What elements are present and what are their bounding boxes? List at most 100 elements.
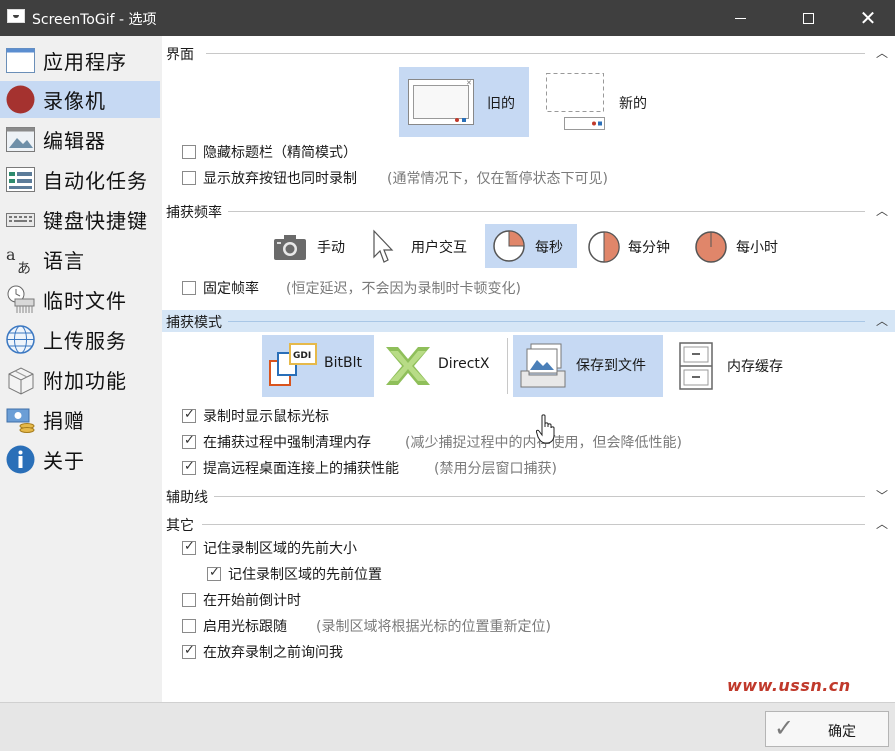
sidebar-item-label: 编辑器 — [43, 129, 106, 153]
frequency-manual-option[interactable]: 手动 — [267, 225, 357, 269]
sidebar-item-shortcuts[interactable]: 键盘快捷键 — [0, 201, 160, 238]
ok-button[interactable]: ✓ 确定 — [765, 711, 889, 747]
maximize-button[interactable] — [785, 0, 831, 36]
sidebar-item-extras[interactable]: 附加功能 — [0, 361, 160, 398]
chevron-down-icon[interactable]: ﹀ — [875, 487, 889, 504]
remember-position-checkbox[interactable] — [207, 565, 221, 581]
chevron-up-icon[interactable]: ︿ — [875, 312, 889, 329]
options-window: ScreenToGif - 选项 ✕ 应用程序 录像机 编辑器 自动化任务 键盘… — [0, 0, 895, 751]
ask-discard-checkbox[interactable] — [182, 643, 196, 659]
sidebar-item-donate[interactable]: 捐赠 — [0, 401, 160, 438]
capture-mode-bitblt-option[interactable]: GDI BitBlt — [262, 335, 374, 397]
memory-cache-icon — [679, 342, 713, 390]
extras-icon — [8, 367, 34, 395]
follow-cursor-label: 启用光标跟随 — [203, 619, 287, 635]
directx-icon — [386, 347, 430, 385]
app-icon — [7, 9, 25, 23]
capture-mode-divider — [507, 338, 508, 394]
capture-mode-save-file-option[interactable]: 保存到文件 — [513, 335, 663, 397]
svg-text:✕: ✕ — [466, 79, 472, 87]
sidebar-item-temp-files[interactable]: 临时文件 — [0, 281, 160, 318]
capture-mode-label: 保存到文件 — [576, 358, 646, 374]
remote-perf-checkbox[interactable] — [182, 459, 196, 475]
temp-files-icon — [7, 285, 35, 313]
chevron-up-icon[interactable]: ︿ — [875, 202, 889, 219]
old-interface-icon: ✕ — [408, 79, 474, 125]
section-guidelines-header[interactable]: 辅助线 ﹀ — [162, 485, 895, 507]
svg-text:a: a — [6, 245, 16, 264]
minimize-icon — [734, 17, 746, 19]
force-gc-label: 在捕获过程中强制清理内存 — [203, 435, 371, 451]
frequency-label: 用户交互 — [411, 240, 467, 256]
section-capture-frequency-header[interactable]: 捕获频率 ︿ — [162, 200, 895, 222]
gdi-icon: GDI — [269, 343, 317, 386]
sidebar-item-label: 关于 — [43, 449, 85, 473]
info-icon — [6, 445, 35, 474]
interface-old-label: 旧的 — [487, 96, 515, 112]
countdown-checkbox[interactable] — [182, 593, 196, 607]
sidebar-item-label: 自动化任务 — [43, 169, 148, 193]
frequency-interaction-option[interactable]: 用户交互 — [365, 225, 481, 269]
keyboard-icon — [6, 213, 35, 227]
interface-new-option[interactable]: 新的 — [537, 67, 657, 137]
hand-cursor-icon — [536, 414, 555, 444]
capture-mode-directx-option[interactable]: DirectX — [378, 335, 502, 397]
hide-titlebar-checkbox[interactable] — [182, 145, 196, 159]
force-gc-checkbox[interactable] — [182, 433, 196, 449]
hide-titlebar-label: 隐藏标题栏（精简模式） — [203, 145, 357, 161]
sidebar-item-editor[interactable]: 编辑器 — [0, 121, 160, 158]
sidebar: 应用程序 录像机 编辑器 自动化任务 键盘快捷键 aあ 语言 临时文件 上传服务 — [0, 36, 162, 702]
section-capture-mode-header[interactable]: 捕获模式 ︿ — [162, 310, 895, 332]
sidebar-item-label: 应用程序 — [43, 50, 127, 74]
sidebar-item-label: 临时文件 — [43, 289, 127, 313]
frequency-per-second-option[interactable]: 每秒 — [485, 224, 577, 268]
capture-mode-memory-option[interactable]: 内存缓存 — [670, 335, 810, 397]
window-icon — [6, 48, 35, 73]
frequency-label: 每小时 — [736, 240, 778, 256]
section-other-header[interactable]: 其它 ︿ — [162, 513, 895, 535]
record-icon — [6, 85, 35, 114]
interface-new-label: 新的 — [619, 96, 647, 112]
sidebar-item-recorder[interactable]: 录像机 — [0, 81, 160, 118]
section-title: 其它 — [166, 518, 194, 534]
task-list-icon — [6, 167, 35, 192]
sidebar-item-automation[interactable]: 自动化任务 — [0, 161, 160, 198]
section-title: 捕获模式 — [166, 315, 222, 331]
frequency-per-minute-option[interactable]: 每分钟 — [583, 225, 679, 269]
new-interface-icon — [546, 73, 605, 130]
section-divider — [206, 53, 865, 54]
close-icon: ✕ — [859, 6, 877, 30]
show-cursor-checkbox[interactable] — [182, 407, 196, 423]
show-discard-checkbox[interactable] — [182, 171, 196, 185]
remember-size-checkbox[interactable] — [182, 539, 196, 555]
checkmark-icon: ✓ — [774, 714, 795, 742]
section-title: 界面 — [166, 47, 194, 63]
show-discard-label: 显示放弃按钮也同时录制 — [203, 171, 357, 187]
close-button[interactable]: ✕ — [845, 0, 891, 36]
section-interface-header[interactable]: 界面 ︿ — [162, 42, 895, 64]
countdown-label: 在开始前倒计时 — [203, 593, 301, 609]
sidebar-item-app[interactable]: 应用程序 — [0, 42, 160, 79]
sidebar-item-label: 捐赠 — [43, 409, 85, 433]
chevron-up-icon[interactable]: ︿ — [875, 44, 889, 61]
svg-text:あ: あ — [17, 261, 31, 275]
show-discard-hint: (通常情况下，仅在暂停状态下可见) — [387, 171, 608, 187]
chevron-up-icon[interactable]: ︿ — [875, 515, 889, 532]
globe-icon — [6, 325, 35, 354]
frequency-label: 每分钟 — [628, 240, 670, 256]
title-bar[interactable]: ScreenToGif - 选项 ✕ — [0, 0, 895, 36]
section-divider — [228, 321, 865, 322]
sidebar-item-about[interactable]: 关于 — [0, 441, 160, 478]
show-cursor-label: 录制时显示鼠标光标 — [203, 409, 329, 425]
sidebar-item-upload[interactable]: 上传服务 — [0, 321, 160, 358]
sidebar-item-label: 语言 — [43, 249, 85, 273]
fixed-rate-checkbox[interactable] — [182, 281, 196, 295]
interface-old-option[interactable]: ✕ 旧的 — [399, 67, 529, 137]
capture-mode-label: BitBlt — [324, 355, 362, 371]
frequency-per-hour-option[interactable]: 每小时 — [689, 225, 789, 269]
sidebar-item-language[interactable]: aあ 语言 — [0, 241, 160, 278]
follow-cursor-hint: (录制区域将根据光标的位置重新定位) — [316, 619, 551, 635]
sidebar-item-label: 附加功能 — [43, 369, 127, 393]
minimize-button[interactable] — [717, 0, 763, 36]
follow-cursor-checkbox[interactable] — [182, 619, 196, 633]
